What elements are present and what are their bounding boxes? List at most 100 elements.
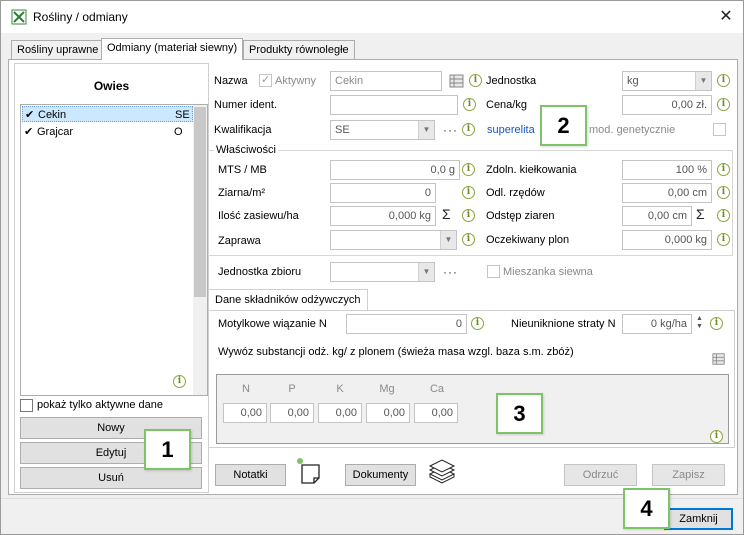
variety-list[interactable]: ✔ Cekin SE ✔ Grajcar O i [20,104,208,396]
sigma-icon[interactable]: Σ [442,206,451,222]
tab-parallel-products[interactable]: Produkty równoległe [243,40,355,60]
close-icon[interactable]: ✕ [714,6,738,28]
info-icon[interactable]: i [462,163,475,176]
dressing-select[interactable]: ▼ [330,230,457,250]
check-icon: ✔ [25,109,35,121]
only-active-checkbox[interactable] [20,399,33,412]
nutrient-p-field[interactable]: 0,00 [270,403,314,423]
note-icon[interactable] [295,456,325,486]
expected-yield-field[interactable]: 0,000 kg [622,230,712,250]
info-icon[interactable]: i [717,74,730,87]
nutrient-n-field[interactable]: 0,00 [223,403,267,423]
check-icon: ✔ [24,126,34,138]
harvest-unit-label: Jednostka zbioru [218,266,302,278]
close-button[interactable]: Zamknij [664,508,733,530]
column-header: N [242,383,250,395]
info-icon[interactable]: i [462,123,475,136]
seed-mix-checkbox[interactable] [487,265,500,278]
info-icon[interactable]: i [463,98,476,111]
active-checkbox[interactable] [259,73,272,87]
info-icon[interactable]: i [717,98,730,111]
table-icon[interactable] [712,352,726,366]
info-icon[interactable]: i [717,233,730,246]
genetic-checkbox[interactable] [713,123,726,136]
name-label: Nazwa [214,75,248,87]
info-icon[interactable]: i [717,186,730,199]
app-icon [11,9,27,25]
sowing-label: Ilość zasiewu/ha [218,210,299,222]
fixation-label: Motylkowe wiązanie N [218,318,327,330]
discard-button[interactable]: Odrzuć [564,464,637,486]
info-icon[interactable]: i [462,186,475,199]
scroll-thumb[interactable] [194,107,206,297]
name-field[interactable]: Cekin [330,71,442,91]
variety-name: Cekin [38,109,67,121]
unit-select[interactable]: kg ▼ [622,71,712,91]
superelite-link[interactable]: superelita [487,124,535,136]
tab-nutrients[interactable]: Dane składników odżywczych [208,289,368,311]
qualification-select[interactable]: SE ▼ [330,120,435,140]
delete-button[interactable]: Usuń [20,467,202,489]
sowing-field[interactable]: 0,000 kg [330,206,436,226]
table-icon[interactable] [449,73,465,89]
fixation-field[interactable]: 0 [346,314,467,334]
notes-button[interactable]: Notatki [215,464,286,486]
qualification-label: Kwalifikacja [214,124,272,136]
id-label: Numer ident. [214,99,277,111]
tab-varieties[interactable]: Odmiany (materiał siewny) [101,38,244,60]
grains-label: Ziarna/m² [218,187,266,199]
info-icon[interactable]: i [462,209,475,222]
info-icon[interactable]: i [717,163,730,176]
variety-code: O [174,126,183,138]
only-active-label: pokaż tylko aktywne dane [37,399,163,411]
nutrient-mg-field[interactable]: 0,00 [366,403,410,423]
price-field[interactable]: 0,00 zł. [622,95,712,115]
harvest-unit-select[interactable]: ▼ [330,262,435,282]
crop-name: Owies [93,79,130,93]
info-icon[interactable]: i [462,233,475,246]
germination-label: Zdoln. kiełkowania [486,164,577,176]
info-icon[interactable]: i [710,430,723,443]
n-loss-field[interactable]: 0 kg/ha [622,314,692,334]
n-loss-label: Nieuniknione straty N [511,318,616,330]
mts-field[interactable]: 0,0 g [330,160,460,180]
row-distance-label: Odl. rzędów [486,187,545,199]
chevron-down-icon: ▼ [440,231,456,249]
documents-icon[interactable] [426,456,458,486]
genetic-label: mod. genetycznie [589,124,676,136]
info-icon[interactable]: i [469,74,482,87]
nutrient-removal-table: N P K Mg Ca 0,00 0,00 0,00 0,00 0,00 i [216,374,729,444]
callout-marker: 4 [623,488,670,529]
save-button[interactable]: Zapisz [652,464,725,486]
chevron-down-icon: ▼ [418,263,434,281]
info-icon[interactable]: i [710,317,723,330]
info-icon[interactable]: i [173,375,186,388]
expected-yield-label: Oczekiwany plon [486,234,570,246]
mts-label: MTS / MB [218,164,267,176]
dressing-label: Zaprawa [218,235,261,247]
spinner-icon[interactable]: ▲ ▼ [696,315,704,331]
column-header: Ca [429,383,445,395]
window-title: Rośliny / odmiany [33,10,128,24]
list-item[interactable]: ✔ Cekin SE [22,106,193,122]
germination-field[interactable]: 100 % [622,160,712,180]
grain-distance-field[interactable]: 0,00 cm [622,206,692,226]
tab-crops[interactable]: Rośliny uprawne [11,40,105,60]
chevron-down-icon: ▼ [418,121,434,139]
more-options-icon[interactable]: ··· [443,265,458,279]
info-icon[interactable]: i [717,209,730,222]
list-scrollbar[interactable] [193,105,207,395]
sigma-icon[interactable]: Σ [696,206,705,222]
grains-field[interactable]: 0 [330,183,436,203]
id-field[interactable] [330,95,458,115]
info-icon[interactable]: i [471,317,484,330]
documents-button[interactable]: Dokumenty [345,464,416,486]
nutrient-k-field[interactable]: 0,00 [318,403,362,423]
chevron-down-icon: ▼ [695,72,711,90]
column-header: Mg [379,383,395,395]
list-item[interactable]: ✔ Grajcar O [22,124,193,140]
nutrient-ca-field[interactable]: 0,00 [414,403,458,423]
unit-value: kg [627,75,639,87]
more-options-icon[interactable]: ··· [443,123,458,137]
row-distance-field[interactable]: 0,00 cm [622,183,712,203]
